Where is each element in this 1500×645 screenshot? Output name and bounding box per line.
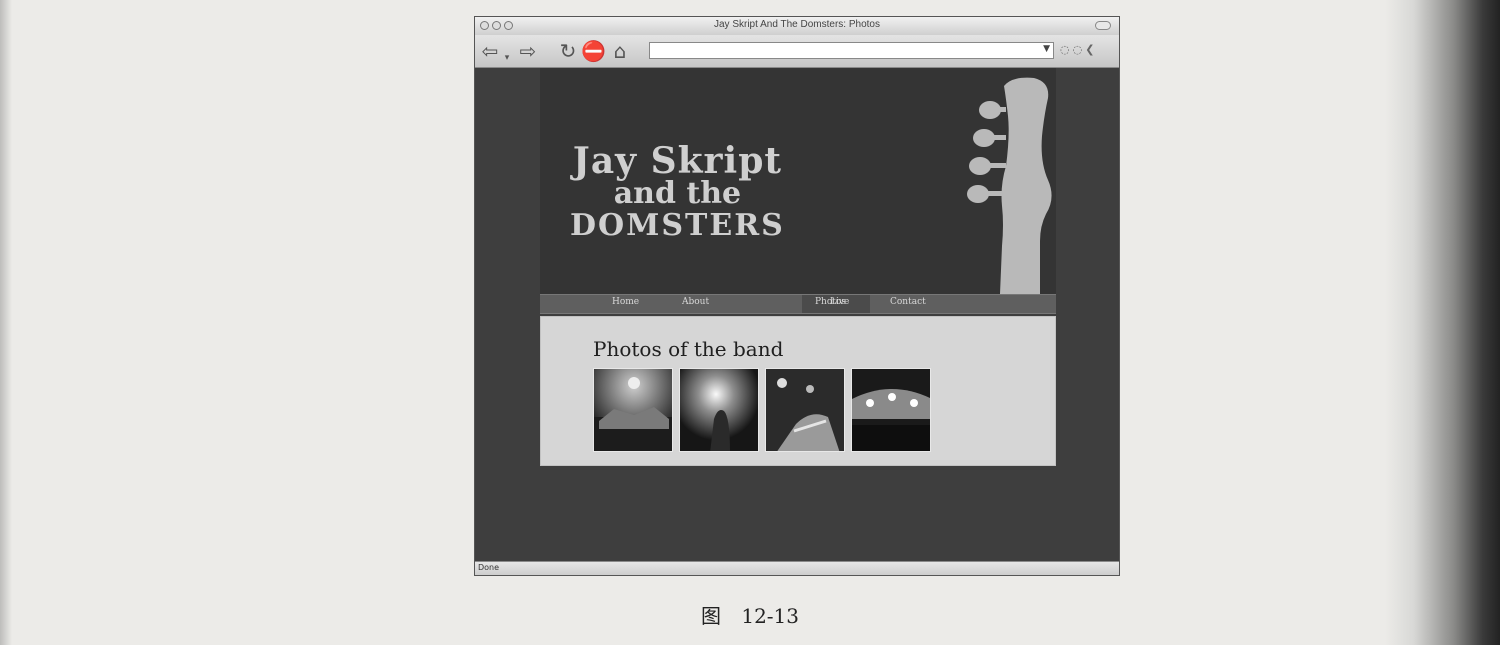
forward-arrow-icon[interactable]: ⇨ <box>517 40 539 62</box>
page-viewport: Jay Skript and the DOMSTERS Home About P… <box>475 68 1119 563</box>
toolbar-toggle-button[interactable] <box>1095 21 1111 30</box>
band-logo-title: Jay Skript and the DOMSTERS <box>570 143 785 241</box>
photo-thumbnail-3[interactable] <box>765 368 845 452</box>
band-title-line1: Jay Skript <box>572 140 782 182</box>
back-history-dropdown-icon[interactable]: ▾ <box>503 47 511 69</box>
scan-page-shadow <box>1385 0 1500 645</box>
photo-thumbnail-2[interactable] <box>679 368 759 452</box>
band-title-line2: and the <box>613 176 742 211</box>
concert-stage-image <box>594 369 672 451</box>
reload-icon[interactable]: ↻ <box>557 40 579 62</box>
window-titlebar[interactable]: Jay Skript And The Domsters: Photos <box>475 17 1119 36</box>
photo-thumbnail-1[interactable] <box>593 368 673 452</box>
window-title: Jay Skript And The Domsters: Photos <box>713 19 880 30</box>
nav-link-live[interactable]: Live <box>830 297 849 307</box>
site-header: Jay Skript and the DOMSTERS <box>540 68 1056 294</box>
nav-link-about[interactable]: About <box>682 297 709 307</box>
nav-link-home[interactable]: Home <box>612 297 639 307</box>
search-controls-icon[interactable]: ◌◌❮ <box>1060 43 1097 56</box>
scan-left-edge <box>0 0 12 645</box>
photos-content: Photos of the band <box>540 316 1056 466</box>
page-heading: Photos of the band <box>593 337 784 361</box>
photo-thumbnail-4[interactable] <box>851 368 931 452</box>
band-title-line3: DOMSTERS <box>570 208 785 243</box>
status-text: Done <box>478 563 500 572</box>
performer-spotlight-image <box>680 369 758 451</box>
crowd-lights-image <box>852 369 930 451</box>
site-nav: Home About Photos Live Contact <box>540 294 1056 314</box>
address-bar[interactable]: ▼ <box>649 42 1054 63</box>
browser-toolbar: ⇦ ▾ ⇨ ↻ ⛔ ⌂ ▼ ◌◌❮ <box>475 35 1119 68</box>
nav-link-contact[interactable]: Contact <box>890 297 926 307</box>
figure-caption: 图 12-13 <box>0 600 1500 629</box>
photo-gallery <box>593 368 938 454</box>
figure-caption-label: 图 <box>700 604 721 628</box>
stop-icon[interactable]: ⛔ <box>581 40 606 62</box>
back-arrow-icon[interactable]: ⇦ <box>479 40 501 62</box>
browser-window: Jay Skript And The Domsters: Photos ⇦ ▾ … <box>474 16 1120 576</box>
home-icon[interactable]: ⌂ <box>609 40 631 62</box>
url-input[interactable] <box>654 48 1038 63</box>
url-history-dropdown-icon[interactable]: ▼ <box>1043 44 1050 54</box>
browser-statusbar: Done <box>475 561 1119 575</box>
guitarist-stage-image <box>766 369 844 451</box>
figure-caption-number: 12-13 <box>741 604 799 628</box>
guitar-headstock-icon <box>967 77 1052 294</box>
